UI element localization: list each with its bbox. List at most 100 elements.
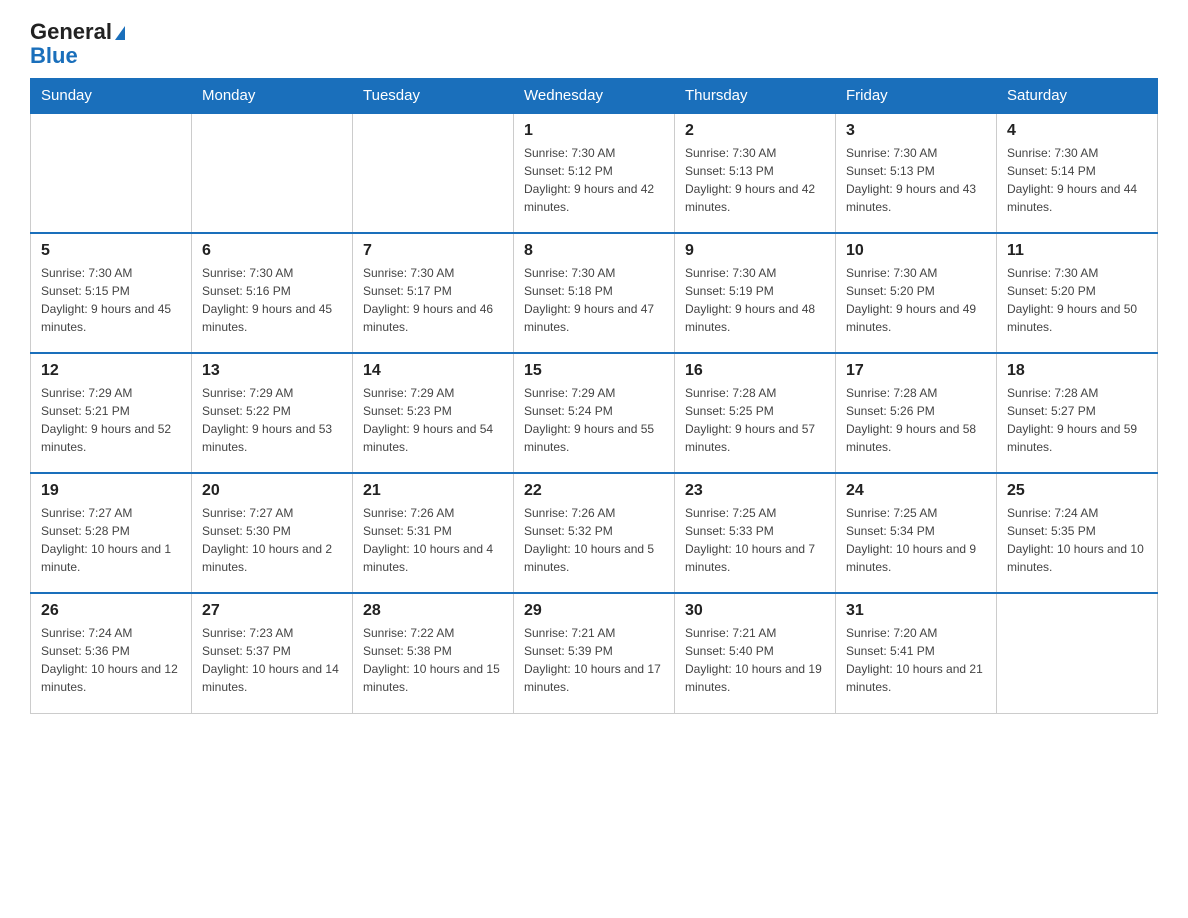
day-info: Sunrise: 7:20 AMSunset: 5:41 PMDaylight:… (846, 624, 986, 696)
day-info: Sunrise: 7:30 AMSunset: 5:17 PMDaylight:… (363, 264, 503, 336)
day-cell-4-4: 30Sunrise: 7:21 AMSunset: 5:40 PMDayligh… (675, 593, 836, 713)
day-info: Sunrise: 7:27 AMSunset: 5:28 PMDaylight:… (41, 504, 181, 576)
logo-general: General (30, 20, 112, 44)
day-number: 17 (846, 362, 986, 380)
day-cell-3-0: 19 Sunrise: 7:27 AMSunset: 5:28 PMDayligh… (31, 473, 192, 593)
day-number: 14 (363, 362, 503, 380)
day-info: Sunrise: 7:28 AMSunset: 5:25 PMDaylight:… (685, 384, 825, 456)
day-cell-0-1 (192, 113, 353, 233)
day-cell-4-3: 29Sunrise: 7:21 AMSunset: 5:39 PMDayligh… (514, 593, 675, 713)
day-info: Sunrise: 7:21 AMSunset: 5:39 PMDaylight:… (524, 624, 664, 696)
day-info: Sunrise: 7:26 AMSunset: 5:32 PMDaylight:… (524, 504, 664, 576)
day-cell-0-6: 4 Sunrise: 7:30 AMSunset: 5:14 PMDaylight… (997, 113, 1158, 233)
header: General Blue (30, 20, 1158, 68)
day-info: Sunrise: 7:25 AMSunset: 5:34 PMDaylight:… (846, 504, 986, 576)
day-info: Sunrise: 7:29 AMSunset: 5:24 PMDaylight:… (524, 384, 664, 456)
logo-triangle-icon (115, 26, 125, 40)
day-number: 2 (685, 122, 825, 140)
header-tuesday: Tuesday (353, 79, 514, 114)
day-info: Sunrise: 7:30 AMSunset: 5:13 PMDaylight:… (846, 144, 986, 216)
week-row-2: 5 Sunrise: 7:30 AMSunset: 5:15 PMDaylight… (31, 233, 1158, 353)
day-info: Sunrise: 7:30 AMSunset: 5:12 PMDaylight:… (524, 144, 664, 216)
day-info: Sunrise: 7:30 AMSunset: 5:20 PMDaylight:… (846, 264, 986, 336)
week-row-3: 12Sunrise: 7:29 AMSunset: 5:21 PMDayligh… (31, 353, 1158, 473)
day-cell-2-0: 12Sunrise: 7:29 AMSunset: 5:21 PMDayligh… (31, 353, 192, 473)
day-cell-0-5: 3 Sunrise: 7:30 AMSunset: 5:13 PMDaylight… (836, 113, 997, 233)
day-info: Sunrise: 7:27 AMSunset: 5:30 PMDaylight:… (202, 504, 342, 576)
day-number: 16 (685, 362, 825, 380)
day-cell-0-0 (31, 113, 192, 233)
day-cell-3-6: 25 Sunrise: 7:24 AMSunset: 5:35 PMDayligh… (997, 473, 1158, 593)
week-row-4: 19 Sunrise: 7:27 AMSunset: 5:28 PMDayligh… (31, 473, 1158, 593)
calendar-header: SundayMondayTuesdayWednesdayThursdayFrid… (31, 79, 1158, 114)
day-info: Sunrise: 7:30 AMSunset: 5:18 PMDaylight:… (524, 264, 664, 336)
calendar-table: SundayMondayTuesdayWednesdayThursdayFrid… (30, 78, 1158, 714)
day-cell-2-3: 15Sunrise: 7:29 AMSunset: 5:24 PMDayligh… (514, 353, 675, 473)
day-info: Sunrise: 7:29 AMSunset: 5:21 PMDaylight:… (41, 384, 181, 456)
day-cell-2-2: 14 Sunrise: 7:29 AMSunset: 5:23 PMDayligh… (353, 353, 514, 473)
day-info: Sunrise: 7:26 AMSunset: 5:31 PMDaylight:… (363, 504, 503, 576)
day-cell-0-4: 2Sunrise: 7:30 AMSunset: 5:13 PMDaylight… (675, 113, 836, 233)
day-number: 5 (41, 242, 181, 260)
logo-blue: Blue (30, 44, 125, 68)
day-number: 4 (1007, 122, 1147, 140)
day-info: Sunrise: 7:30 AMSunset: 5:19 PMDaylight:… (685, 264, 825, 336)
day-number: 28 (363, 602, 503, 620)
day-info: Sunrise: 7:29 AMSunset: 5:23 PMDaylight:… (363, 384, 503, 456)
day-cell-1-4: 9 Sunrise: 7:30 AMSunset: 5:19 PMDaylight… (675, 233, 836, 353)
day-number: 31 (846, 602, 986, 620)
day-info: Sunrise: 7:28 AMSunset: 5:27 PMDaylight:… (1007, 384, 1147, 456)
day-info: Sunrise: 7:29 AMSunset: 5:22 PMDaylight:… (202, 384, 342, 456)
day-info: Sunrise: 7:30 AMSunset: 5:16 PMDaylight:… (202, 264, 342, 336)
day-number: 26 (41, 602, 181, 620)
day-cell-1-6: 11 Sunrise: 7:30 AMSunset: 5:20 PMDayligh… (997, 233, 1158, 353)
day-info: Sunrise: 7:24 AMSunset: 5:35 PMDaylight:… (1007, 504, 1147, 576)
day-number: 25 (1007, 482, 1147, 500)
day-info: Sunrise: 7:30 AMSunset: 5:14 PMDaylight:… (1007, 144, 1147, 216)
day-cell-0-2 (353, 113, 514, 233)
day-cell-4-6 (997, 593, 1158, 713)
day-number: 24 (846, 482, 986, 500)
day-info: Sunrise: 7:25 AMSunset: 5:33 PMDaylight:… (685, 504, 825, 576)
day-cell-2-4: 16 Sunrise: 7:28 AMSunset: 5:25 PMDayligh… (675, 353, 836, 473)
day-number: 3 (846, 122, 986, 140)
day-info: Sunrise: 7:23 AMSunset: 5:37 PMDaylight:… (202, 624, 342, 696)
header-thursday: Thursday (675, 79, 836, 114)
day-cell-2-6: 18 Sunrise: 7:28 AMSunset: 5:27 PMDayligh… (997, 353, 1158, 473)
calendar-body: 1Sunrise: 7:30 AMSunset: 5:12 PMDaylight… (31, 113, 1158, 713)
day-number: 8 (524, 242, 664, 260)
logo: General Blue (30, 20, 125, 68)
day-cell-4-5: 31 Sunrise: 7:20 AMSunset: 5:41 PMDayligh… (836, 593, 997, 713)
day-number: 10 (846, 242, 986, 260)
day-number: 22 (524, 482, 664, 500)
day-cell-3-2: 21Sunrise: 7:26 AMSunset: 5:31 PMDayligh… (353, 473, 514, 593)
day-cell-4-2: 28 Sunrise: 7:22 AMSunset: 5:38 PMDayligh… (353, 593, 514, 713)
day-info: Sunrise: 7:28 AMSunset: 5:26 PMDaylight:… (846, 384, 986, 456)
day-number: 7 (363, 242, 503, 260)
day-info: Sunrise: 7:24 AMSunset: 5:36 PMDaylight:… (41, 624, 181, 696)
day-cell-4-1: 27 Sunrise: 7:23 AMSunset: 5:37 PMDayligh… (192, 593, 353, 713)
day-info: Sunrise: 7:30 AMSunset: 5:15 PMDaylight:… (41, 264, 181, 336)
day-number: 19 (41, 482, 181, 500)
header-saturday: Saturday (997, 79, 1158, 114)
day-cell-3-5: 24 Sunrise: 7:25 AMSunset: 5:34 PMDayligh… (836, 473, 997, 593)
day-cell-1-3: 8 Sunrise: 7:30 AMSunset: 5:18 PMDaylight… (514, 233, 675, 353)
day-cell-3-4: 23Sunrise: 7:25 AMSunset: 5:33 PMDayligh… (675, 473, 836, 593)
week-row-1: 1Sunrise: 7:30 AMSunset: 5:12 PMDaylight… (31, 113, 1158, 233)
day-cell-3-1: 20Sunrise: 7:27 AMSunset: 5:30 PMDayligh… (192, 473, 353, 593)
header-friday: Friday (836, 79, 997, 114)
header-wednesday: Wednesday (514, 79, 675, 114)
day-info: Sunrise: 7:30 AMSunset: 5:20 PMDaylight:… (1007, 264, 1147, 336)
header-sunday: Sunday (31, 79, 192, 114)
header-monday: Monday (192, 79, 353, 114)
day-number: 9 (685, 242, 825, 260)
day-number: 27 (202, 602, 342, 620)
day-number: 13 (202, 362, 342, 380)
day-cell-1-5: 10 Sunrise: 7:30 AMSunset: 5:20 PMDayligh… (836, 233, 997, 353)
day-number: 30 (685, 602, 825, 620)
day-cell-2-1: 13 Sunrise: 7:29 AMSunset: 5:22 PMDayligh… (192, 353, 353, 473)
day-number: 11 (1007, 242, 1147, 260)
day-info: Sunrise: 7:22 AMSunset: 5:38 PMDaylight:… (363, 624, 503, 696)
day-cell-4-0: 26 Sunrise: 7:24 AMSunset: 5:36 PMDayligh… (31, 593, 192, 713)
day-number: 18 (1007, 362, 1147, 380)
